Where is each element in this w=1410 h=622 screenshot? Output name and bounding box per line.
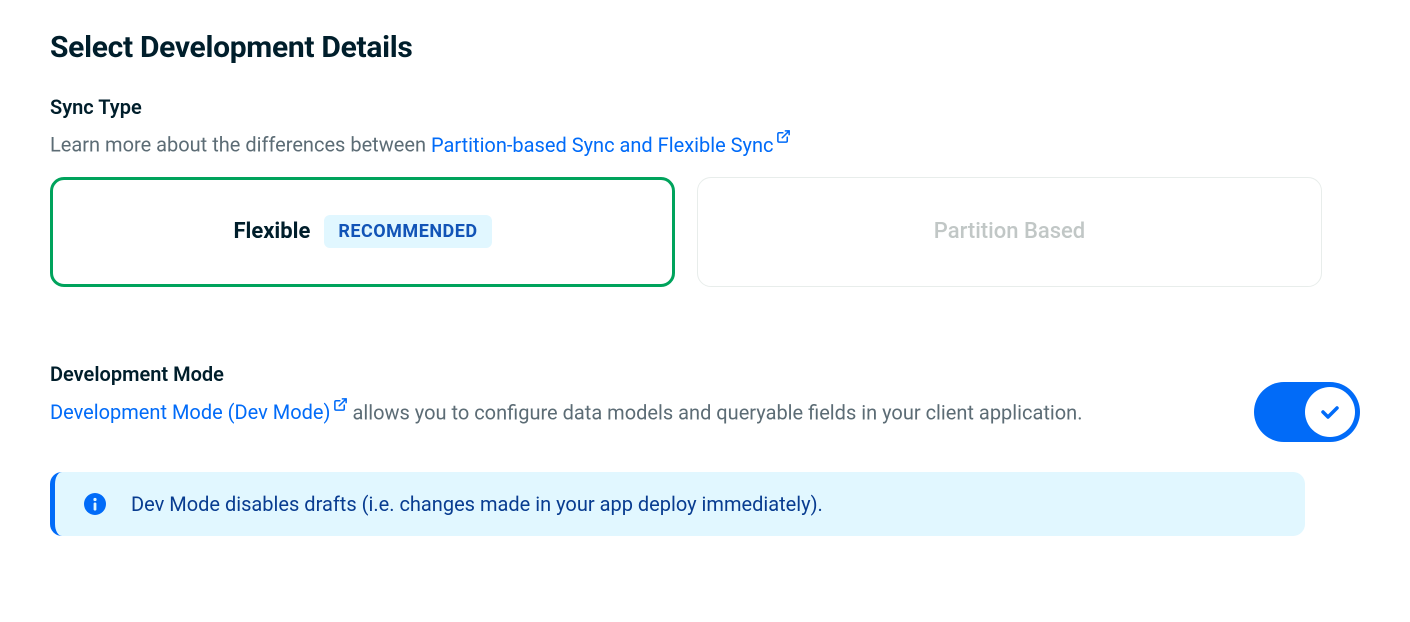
sync-type-link-text: Partition-based Sync and Flexible Sync [431, 133, 774, 157]
development-mode-label: Development Mode [50, 362, 1100, 386]
toggle-knob [1305, 387, 1355, 437]
sync-type-description-prefix: Learn more about the differences between [50, 133, 431, 157]
sync-type-option-content: Flexible RECOMMENDED [233, 215, 491, 248]
development-mode-toggle[interactable] [1254, 382, 1360, 442]
info-banner-text: Dev Mode disables drafts (i.e. changes m… [131, 492, 823, 516]
development-mode-description-suffix: allows you to configure data models and … [348, 400, 1083, 424]
development-mode-link[interactable]: Development Mode (Dev Mode) [50, 400, 348, 424]
sync-type-flexible-label: Flexible [233, 219, 310, 244]
sync-type-partition-label: Partition Based [934, 219, 1085, 244]
info-banner: Dev Mode disables drafts (i.e. changes m… [50, 472, 1305, 536]
sync-type-option-flexible[interactable]: Flexible RECOMMENDED [50, 177, 675, 287]
sync-type-options: Flexible RECOMMENDED Partition Based [50, 177, 1360, 287]
development-mode-link-text: Development Mode (Dev Mode) [50, 400, 331, 424]
info-icon [83, 492, 107, 516]
sync-type-description: Learn more about the differences between… [50, 129, 1360, 159]
external-link-icon [776, 129, 791, 150]
development-mode-text: Development Mode Development Mode (Dev M… [50, 362, 1100, 428]
recommended-badge: RECOMMENDED [324, 215, 491, 248]
sync-type-learn-more-link[interactable]: Partition-based Sync and Flexible Sync [431, 133, 791, 157]
page-title: Select Development Details [50, 30, 1360, 65]
development-mode-description: Development Mode (Dev Mode) allows you t… [50, 396, 1100, 428]
sync-type-label: Sync Type [50, 95, 1360, 119]
sync-type-section: Sync Type Learn more about the differenc… [50, 95, 1360, 287]
development-mode-section: Development Mode Development Mode (Dev M… [50, 362, 1360, 442]
external-link-icon [333, 396, 348, 419]
sync-type-option-partition[interactable]: Partition Based [697, 177, 1322, 287]
checkmark-icon [1318, 400, 1342, 424]
